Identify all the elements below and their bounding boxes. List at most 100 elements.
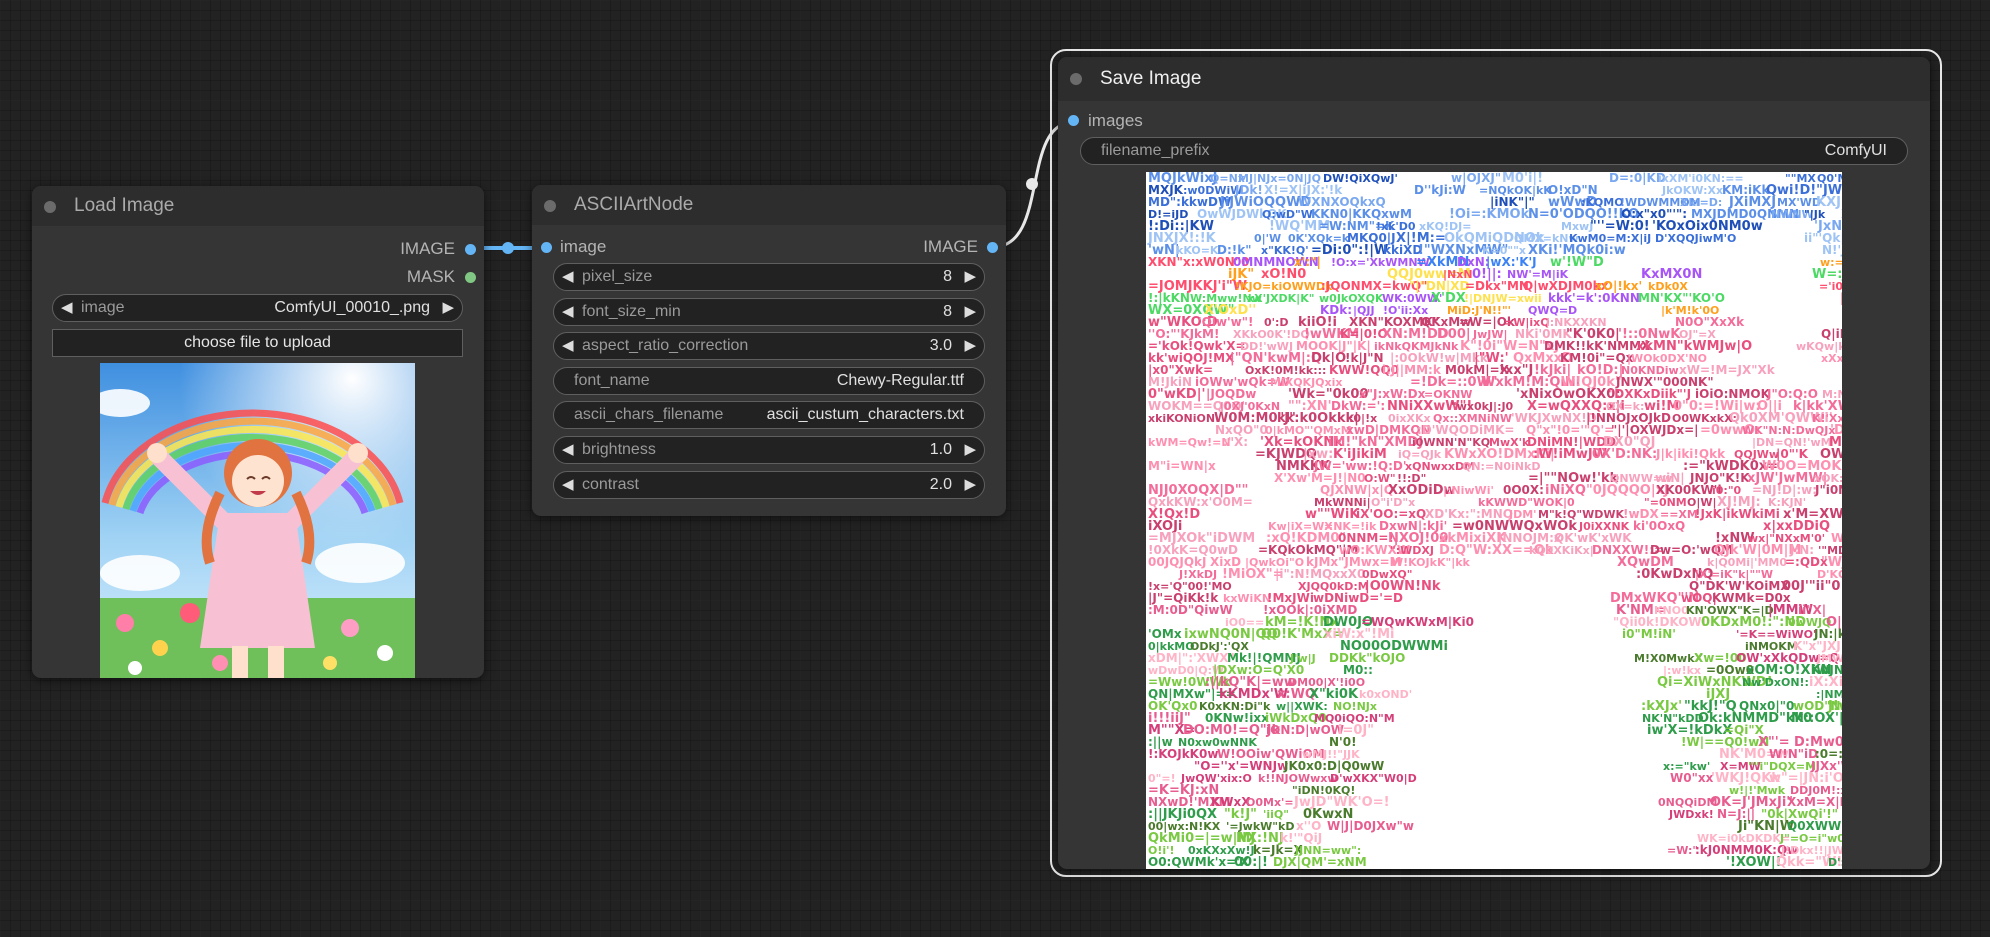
widget-name: font_name (574, 372, 650, 389)
decrement-arrow-icon[interactable]: ◀ (562, 333, 574, 359)
ascii-glyph-run: :"X: (1223, 435, 1248, 449)
ascii-glyph-run: 'OMx (1148, 627, 1182, 641)
input-label-images: images (1088, 111, 1143, 130)
ascii-glyph-run: 0O0X: (1503, 483, 1544, 497)
decrement-arrow-icon[interactable]: ◀ (562, 299, 574, 325)
ascii-glyph-run: =Dkx"MN (1465, 279, 1529, 293)
widget-value: ascii_custum_characters.txt (766, 406, 964, 423)
widget-name: brightness (582, 441, 656, 458)
ascii-glyph-run: ='i0DkxNkWwO (1819, 280, 1842, 293)
widget-name: contrast (582, 476, 639, 493)
increment-arrow-icon[interactable]: ▶ (964, 472, 976, 498)
node-title: Save Image (1100, 68, 1202, 89)
contrast-widget[interactable]: ◀ contrast 2.0 ▶ (553, 471, 985, 499)
decrement-arrow-icon[interactable]: ◀ (61, 295, 73, 321)
output-slot-image[interactable] (987, 242, 998, 253)
aspect-ratio-correction-widget[interactable]: ◀ aspect_ratio_correction 3.0 ▶ (553, 332, 985, 360)
ascii-glyph-run: DJX|QM'=xNM (1273, 855, 1367, 869)
input-slot-image[interactable] (541, 242, 552, 253)
save-image-preview: MQJkWixJ Q=Nx MJ|NJx=0N|JQ DW!QiXQwJ' w|OJXJ… (1146, 172, 1842, 869)
font-size-min-widget[interactable]: ◀ font_size_min 8 ▶ (553, 298, 985, 326)
ascii-glyph-run: N'0! (1329, 735, 1357, 749)
ascii-chars-filename-widget[interactable]: ascii_chars_filename ascii_custum_charac… (553, 401, 985, 429)
brightness-widget[interactable]: ◀ brightness 1.0 ▶ (553, 436, 985, 464)
widget-value: 3.0 (929, 337, 952, 354)
ascii-glyph-run: 'w"! (1227, 315, 1253, 329)
ascii-glyph-run: kQ0XKiKx| (1529, 544, 1594, 557)
widget-value: Chewy-Regular.ttf (836, 372, 964, 389)
input-label-image: image (560, 237, 607, 256)
output-label-mask: MASK (406, 267, 455, 286)
widget-name: filename_prefix (1101, 142, 1210, 159)
load-image-node[interactable]: Load Image IMAGE MASK ◀ image ComfyUI_00… (32, 186, 484, 678)
ascii-glyph-run: WwNkO'O (1831, 531, 1842, 545)
link-midpoint[interactable] (502, 242, 514, 254)
ascii-glyph-run: W|J|D0JXw"w (1327, 819, 1414, 833)
load-image-preview (100, 363, 415, 678)
pixel-size-widget[interactable]: ◀ pixel_size 8 ▶ (553, 263, 985, 291)
graph-canvas[interactable]: Load Image IMAGE MASK ◀ image ComfyUI_00… (0, 0, 1990, 937)
ascii-glyph-run: 00J'"ii"0| (1782, 579, 1842, 594)
widget-name: image (81, 299, 125, 316)
ascii-glyph-run: kWM=Qw!=N' (1148, 436, 1234, 449)
ascii-glyph-run: xX'JXDK|K" (1247, 292, 1314, 305)
decrement-arrow-icon[interactable]: ◀ (562, 472, 574, 498)
upload-button[interactable]: choose file to upload (52, 329, 463, 357)
ascii-glyph-run: =''0| (1840, 771, 1842, 785)
ascii-glyph-run: |i":N!MQxxX0 (1275, 567, 1365, 581)
ascii-art-node[interactable]: ASCIIArtNode image IMAGE ◀ pixel_size 8 … (532, 185, 1006, 516)
increment-arrow-icon[interactable]: ▶ (964, 333, 976, 359)
node-title: ASCIIArtNode (574, 194, 694, 215)
ascii-glyph-run: :M:0D"QiwW (1148, 603, 1233, 617)
widget-name: pixel_size (582, 268, 653, 285)
font-name-widget[interactable]: font_name Chewy-Regular.ttf (553, 367, 985, 395)
increment-arrow-icon[interactable]: ▶ (964, 299, 976, 325)
widget-value: ComfyUI (1824, 142, 1887, 159)
collapse-dot-icon[interactable] (1070, 73, 1082, 85)
ascii-glyph-run: =NJ!D|:w: (1752, 483, 1817, 497)
ascii-glyph-run: N0O"XxXk (1675, 315, 1745, 329)
widget-name: aspect_ratio_correction (582, 337, 749, 354)
widget-name: font_size_min (582, 303, 681, 320)
ascii-glyph-run: 0X'D:NK: (1592, 447, 1657, 462)
input-slot-images[interactable] (1068, 115, 1079, 126)
output-slot-mask[interactable] (465, 272, 476, 283)
ascii-glyph-run: JK0x0:D|Q0wW (1283, 759, 1384, 773)
link-midpoint[interactable] (1026, 178, 1038, 190)
widget-value: 1.0 (929, 441, 952, 458)
widget-name: ascii_chars_filename (574, 406, 724, 423)
save-image-node[interactable]: Save Image images filename_prefix ComfyU… (1058, 57, 1930, 869)
node-title: Load Image (74, 195, 175, 216)
ascii-glyph-run: =W:" (1667, 844, 1698, 857)
ascii-glyph-run: M"i=WN|x (1148, 459, 1216, 473)
widget-value: 2.0 (929, 476, 952, 493)
node-titlebar[interactable]: ASCIIArtNode (532, 185, 1006, 225)
ascii-glyph-run: 00JQJQkJ (1148, 555, 1206, 569)
decrement-arrow-icon[interactable]: ◀ (562, 264, 574, 290)
ascii-glyph-run: xkiKONiON (1148, 412, 1215, 425)
increment-arrow-icon[interactable]: ▶ (964, 264, 976, 290)
node-titlebar[interactable]: Save Image (1058, 57, 1930, 101)
image-combo-widget[interactable]: ◀ image ComfyUI_00010_.png ▶ (52, 294, 463, 322)
ascii-glyph-run: D':JiK|N (1828, 856, 1842, 869)
ascii-glyph-run: M::OX'| (1791, 711, 1842, 726)
ascii-glyph-run: Q0XWW|W'!w"= (1787, 819, 1842, 833)
ascii-glyph-run: J"i0Nk!M0iN (1814, 483, 1842, 497)
filename-prefix-widget[interactable]: filename_prefix ComfyUI (1080, 137, 1908, 165)
decrement-arrow-icon[interactable]: ◀ (562, 437, 574, 463)
ascii-glyph-run: kkk'=k':0KNN (1548, 291, 1640, 305)
increment-arrow-icon[interactable]: ▶ (964, 437, 976, 463)
ascii-art-output-icon: MQJkWixJQ=NxMJ|NJx=0N|JQ DW!QiXQwJ' w|OJXJ… (1147, 172, 1842, 869)
ascii-glyph-run: W0"xx (1670, 771, 1714, 785)
widget-value: 8 (943, 303, 952, 320)
output-slot-image[interactable] (465, 244, 476, 255)
node-titlebar[interactable]: Load Image (32, 186, 484, 226)
collapse-dot-icon[interactable] (544, 200, 556, 212)
ascii-glyph-run: 00:|! (1234, 855, 1268, 869)
ascii-glyph-run: :D'WQODiMK= (1417, 423, 1514, 437)
collapse-dot-icon[interactable] (44, 201, 56, 213)
increment-arrow-icon[interactable]: ▶ (442, 295, 454, 321)
ascii-glyph-run: M0:: (1343, 663, 1373, 677)
ascii-glyph-run: D'XQQJiwM'O (1655, 232, 1736, 245)
ascii-glyph-run: JWDxk! (1668, 808, 1714, 821)
